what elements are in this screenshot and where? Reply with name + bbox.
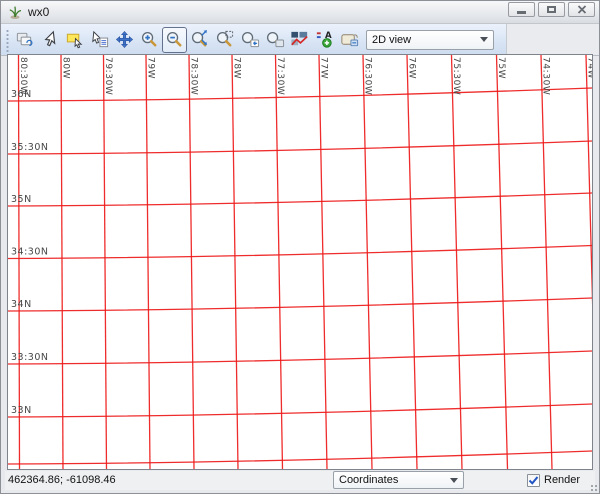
close-icon xyxy=(577,5,587,14)
meridian-label: 77:30W xyxy=(275,57,285,95)
pointer-icon xyxy=(39,29,60,50)
meridian-label: 74:30W xyxy=(541,57,551,95)
tool-query-button[interactable] xyxy=(87,27,112,53)
zoom-out-icon xyxy=(164,29,185,50)
tool-display-map-button[interactable] xyxy=(12,27,37,53)
meridian-label: 74W xyxy=(586,57,593,79)
meridian-label: 80W xyxy=(61,57,71,79)
toolbar: A 2D view xyxy=(1,24,599,56)
app-icon xyxy=(7,4,23,20)
tool-zoom-region-button[interactable] xyxy=(212,27,237,53)
zoom-last-icon xyxy=(239,29,260,50)
display-map-icon xyxy=(14,29,35,50)
statusbar-mode-value: Coordinates xyxy=(339,474,398,486)
statusbar: 462364.86; -61098.46 Coordinates Render xyxy=(5,471,595,490)
parallel-label: 35:30N xyxy=(11,142,48,153)
tool-zoom-last-button[interactable] xyxy=(237,27,262,53)
coordinates-readout: 462364.86; -61098.46 xyxy=(8,471,116,490)
window-title: wx0 xyxy=(28,5,505,19)
graticule-svg: 80:30W80W79:30W79W78:30W78W77:30W77W76:3… xyxy=(8,55,592,469)
select-icon xyxy=(64,29,85,50)
zoom-in-icon xyxy=(139,29,160,50)
render-label: Render xyxy=(544,472,580,489)
chevron-down-icon xyxy=(450,478,458,483)
tool-pan-button[interactable] xyxy=(112,27,137,53)
meridian-label: 79:30W xyxy=(103,57,113,95)
render-toggle: Render xyxy=(527,472,580,489)
save-display-icon xyxy=(339,29,360,50)
toolbar-buttons: A xyxy=(12,27,362,53)
parallel-label: 35N xyxy=(11,194,32,205)
meridian-label: 76:30W xyxy=(363,57,373,95)
meridian-label: 78W xyxy=(232,57,242,79)
statusbar-mode-dropdown[interactable]: Coordinates xyxy=(333,471,464,489)
meridian-label: 77W xyxy=(319,57,329,79)
map-canvas[interactable]: 80:30W80W79:30W79W78:30W78W77:30W77W76:3… xyxy=(7,54,593,470)
query-icon xyxy=(89,29,110,50)
pan-icon xyxy=(114,29,135,50)
maximize-button[interactable] xyxy=(538,2,565,17)
tool-zoom-extent-button[interactable] xyxy=(187,27,212,53)
tool-save-display-button[interactable] xyxy=(337,27,362,53)
chevron-down-icon xyxy=(480,37,488,42)
meridian-label: 78:30W xyxy=(189,57,199,95)
zoom-region-icon xyxy=(214,29,235,50)
meridian-label: 79W xyxy=(146,57,156,79)
parallel-label: 33:30N xyxy=(11,352,48,363)
app-window: wx0 A 2D view 80:30W80W79:30W79W78:30W78… xyxy=(0,0,600,494)
tool-zoom-out-button[interactable] xyxy=(162,27,187,53)
zoom-map-icon xyxy=(264,29,285,50)
analyze-icon xyxy=(289,29,310,50)
tool-zoom-map-button[interactable] xyxy=(262,27,287,53)
minimize-icon xyxy=(517,11,526,14)
minimize-button[interactable] xyxy=(508,2,535,17)
close-button[interactable] xyxy=(568,2,595,17)
tool-pointer-button[interactable] xyxy=(37,27,62,53)
parallel-label: 33N xyxy=(11,405,32,416)
meridian-label: 76W xyxy=(407,57,417,79)
titlebar[interactable]: wx0 xyxy=(1,1,599,24)
map-display-toolbar: A 2D view xyxy=(1,24,507,55)
add-overlay-icon: A xyxy=(314,29,335,50)
view-mode-value: 2D view xyxy=(372,34,411,46)
check-icon xyxy=(528,475,539,486)
parallel-label: 36N xyxy=(11,89,32,100)
tool-zoom-in-button[interactable] xyxy=(137,27,162,53)
toolbar-spacer xyxy=(507,24,599,55)
render-checkbox[interactable] xyxy=(527,474,540,487)
tool-select-button[interactable] xyxy=(62,27,87,53)
parallel-label: 34:30N xyxy=(11,247,48,258)
maximize-icon xyxy=(547,6,556,13)
toolbar-grip[interactable] xyxy=(4,28,9,52)
meridian-label: 75:30W xyxy=(451,57,461,95)
tool-add-overlay-button[interactable]: A xyxy=(312,27,337,53)
meridian-label: 75W xyxy=(496,57,506,79)
window-controls xyxy=(505,0,595,24)
tool-analyze-button[interactable] xyxy=(287,27,312,53)
view-mode-dropdown[interactable]: 2D view xyxy=(366,30,494,50)
zoom-extent-icon xyxy=(189,29,210,50)
resize-grip[interactable] xyxy=(590,484,598,492)
parallel-label: 34N xyxy=(11,299,32,310)
